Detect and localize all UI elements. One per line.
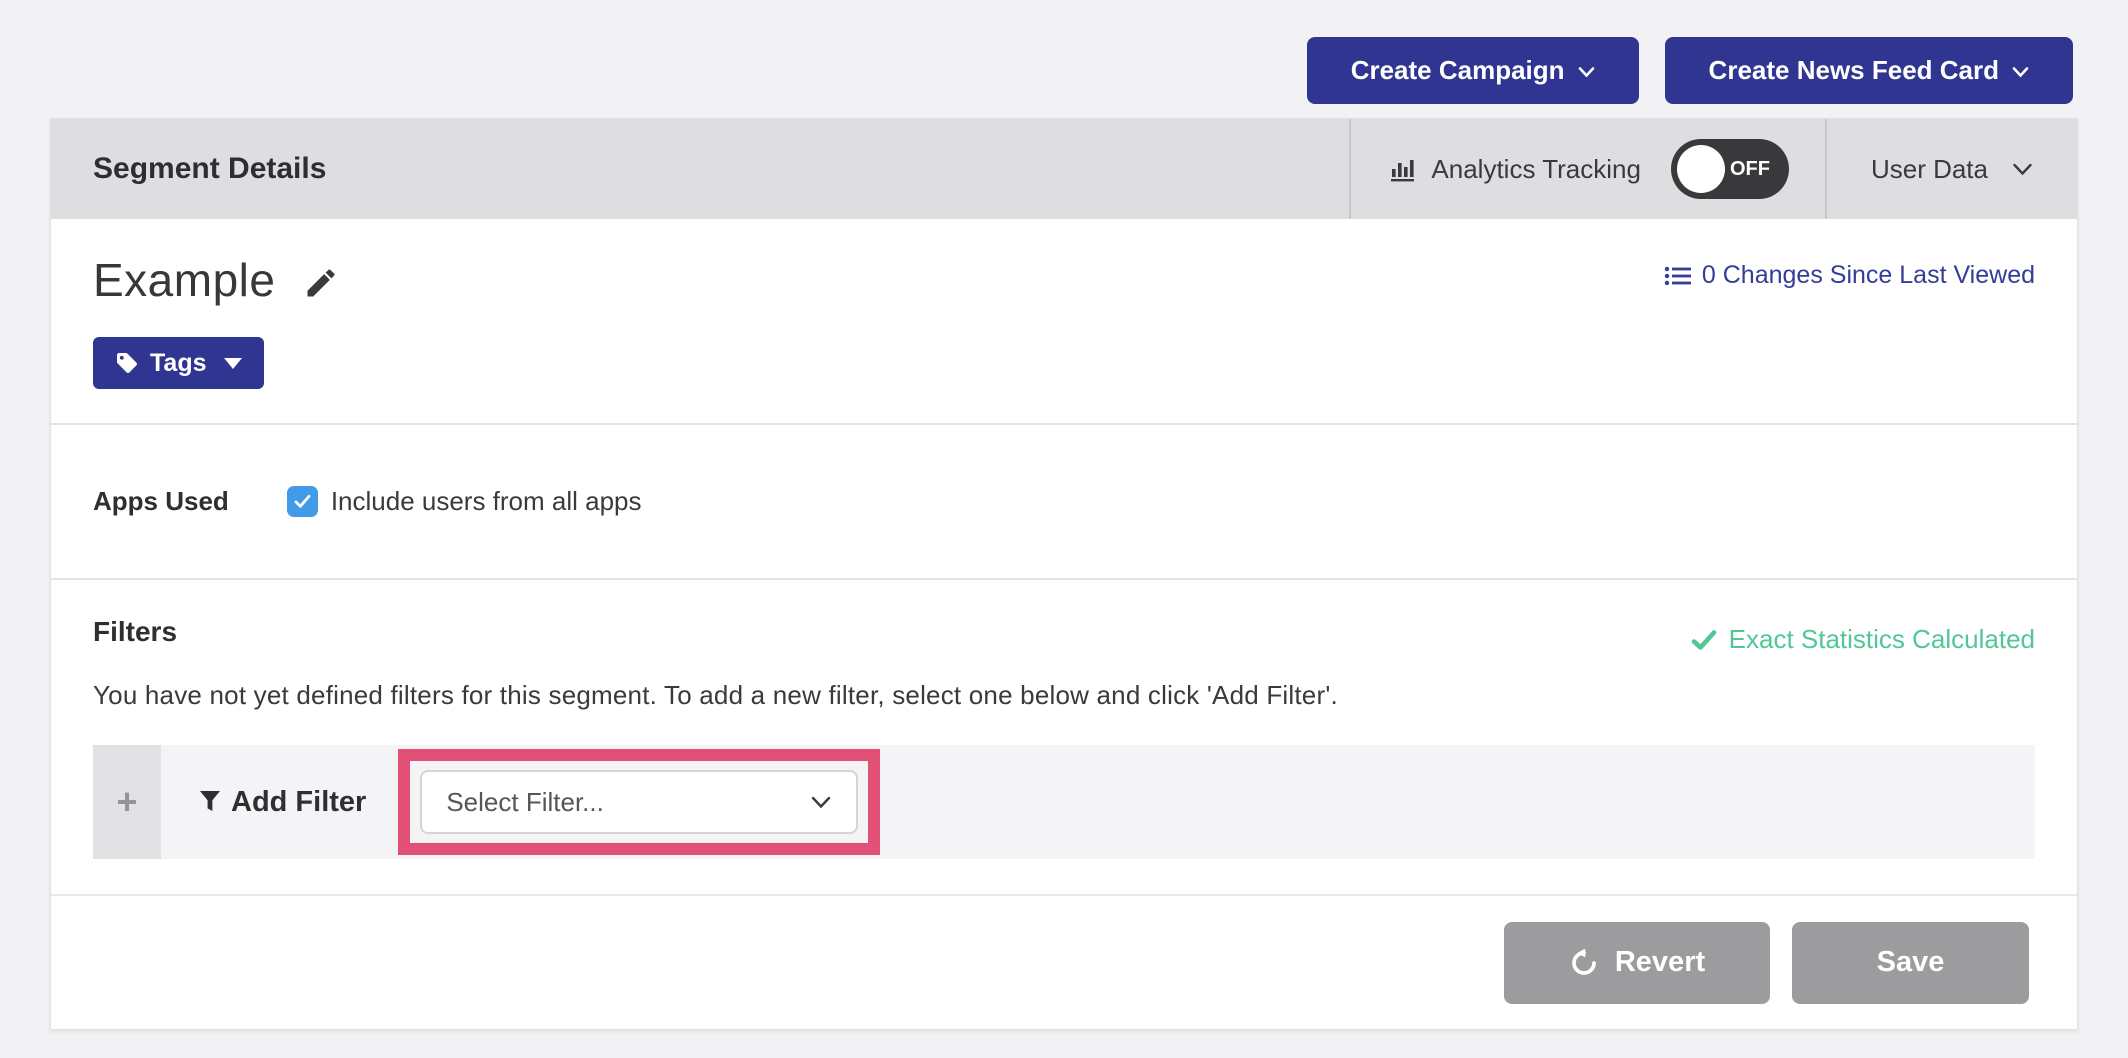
add-filter-row-body: Add Filter Select Filter...: [161, 745, 2035, 859]
add-filter-text: Add Filter: [231, 786, 366, 819]
revert-icon: [1569, 948, 1599, 978]
page-title: Segment Details: [51, 152, 1349, 186]
select-filter-placeholder: Select Filter...: [446, 787, 604, 818]
tags-button[interactable]: Tags: [93, 337, 264, 389]
bar-chart-icon: [1387, 154, 1417, 184]
chevron-down-icon: [810, 795, 832, 810]
check-icon: [1691, 629, 1717, 651]
plus-icon: +: [116, 781, 137, 823]
save-label: Save: [1877, 946, 1945, 979]
apps-used-section: Apps Used Include users from all apps: [51, 423, 2077, 578]
card-header-bar: Segment Details Analytics Tracking OFF U…: [51, 119, 2077, 219]
list-icon: [1664, 264, 1692, 288]
user-data-label: User Data: [1871, 154, 1988, 185]
save-button[interactable]: Save: [1792, 922, 2029, 1004]
analytics-tracking-section: Analytics Tracking OFF: [1349, 119, 1825, 219]
select-filter-dropdown[interactable]: Select Filter...: [420, 770, 858, 834]
apps-used-label: Apps Used: [93, 486, 229, 517]
analytics-tracking-label: Analytics Tracking: [1431, 154, 1641, 185]
filters-empty-message: You have not yet defined filters for thi…: [93, 680, 2035, 711]
analytics-tracking-toggle[interactable]: OFF: [1671, 139, 1789, 199]
annotation-highlight-box: Select Filter...: [398, 749, 880, 855]
changes-since-last-viewed-link[interactable]: 0 Changes Since Last Viewed: [1664, 261, 2035, 290]
changes-link-label: 0 Changes Since Last Viewed: [1702, 261, 2035, 290]
exact-statistics-label: Exact Statistics Calculated: [1729, 624, 2035, 655]
caret-down-icon: [224, 358, 242, 369]
revert-button[interactable]: Revert: [1504, 922, 1770, 1004]
add-filter-row: + Add Filter Select Filter...: [93, 745, 2035, 859]
user-data-dropdown[interactable]: User Data: [1825, 119, 2077, 219]
chevron-down-icon: [2012, 66, 2029, 79]
add-filter-plus-button[interactable]: +: [93, 745, 161, 859]
chevron-down-icon: [2012, 162, 2033, 177]
create-news-feed-card-button[interactable]: Create News Feed Card: [1665, 37, 2073, 104]
exact-statistics-status: Exact Statistics Calculated: [1691, 624, 2035, 655]
create-campaign-button[interactable]: Create Campaign: [1307, 37, 1639, 104]
funnel-icon: [199, 790, 221, 814]
checkbox-checked-icon[interactable]: [287, 486, 318, 517]
create-campaign-label: Create Campaign: [1351, 55, 1565, 86]
add-filter-label: Add Filter: [199, 786, 366, 819]
segment-details-card: Segment Details Analytics Tracking OFF U…: [50, 118, 2078, 1030]
revert-label: Revert: [1615, 946, 1705, 979]
edit-pencil-icon[interactable]: [303, 265, 339, 301]
toggle-state-label: OFF: [1730, 158, 1770, 181]
top-action-bar: Create Campaign Create News Feed Card: [1307, 37, 2073, 104]
include-all-apps-label: Include users from all apps: [331, 486, 642, 517]
card-footer: Revert Save: [51, 894, 2077, 1029]
tags-button-label: Tags: [150, 349, 207, 378]
create-news-feed-label: Create News Feed Card: [1709, 55, 1999, 86]
include-all-apps-checkbox-row[interactable]: Include users from all apps: [287, 486, 642, 517]
segment-title-section: Example 0 Changes Since Last Viewed: [51, 219, 2077, 423]
toggle-knob: [1677, 145, 1725, 193]
chevron-down-icon: [1578, 66, 1595, 79]
segment-name: Example: [93, 253, 275, 307]
tag-icon: [115, 351, 139, 375]
filters-section: Filters Exact Statistics Calculated You …: [51, 578, 2077, 894]
